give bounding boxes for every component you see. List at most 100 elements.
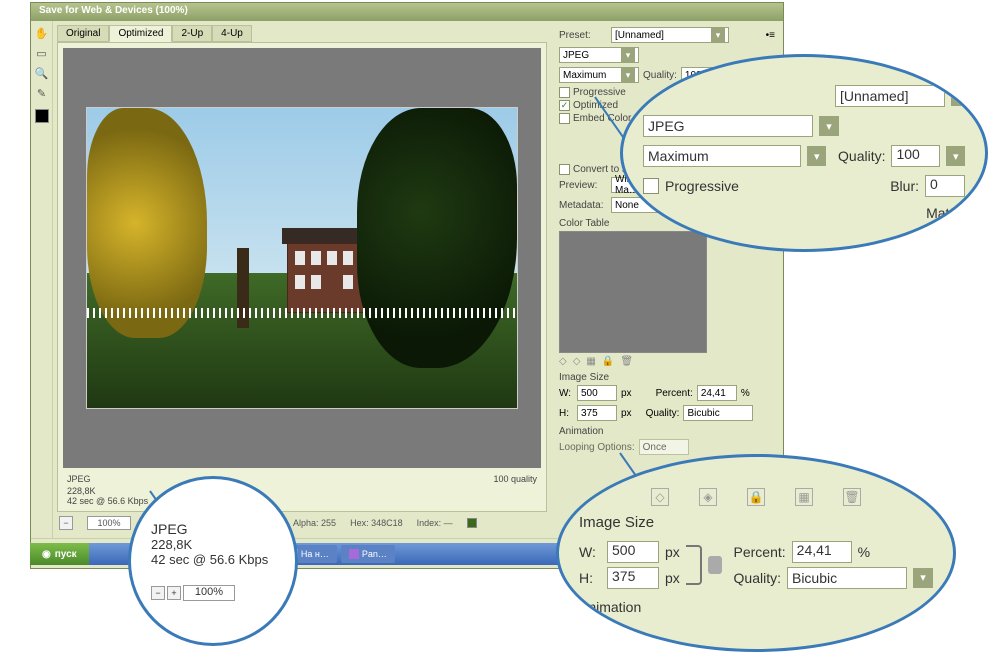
c-trash-icon[interactable]: 🗑 [843,488,861,506]
meta-quality: 100 quality [493,474,537,484]
meta-format: JPEG [67,474,91,484]
panel-menu-icon[interactable]: •≡ [766,30,775,41]
c-quality-input[interactable]: 100 [891,145,940,167]
image-canvas[interactable] [63,48,541,468]
color-table[interactable] [559,231,707,353]
c3-filesize: 228,8K [151,537,275,552]
taskbar-item[interactable]: Pan… [341,545,395,563]
height-input[interactable]: 375 [577,405,617,421]
percent-label: Percent: [656,388,693,399]
ct-lock-icon[interactable]: 🔒 [602,356,614,367]
chevron-down-icon: ▾ [621,68,635,82]
c-progressive-checkbox[interactable] [643,178,659,194]
image-size-label: Image Size [559,372,775,383]
chevron-down-icon: ▾ [913,568,933,588]
callout-image-size: ◇ ◈ 🔒 ▦ 🗑 Image Size W: 500 px H: 375 px… [556,454,956,652]
color-table-toolbar: ◇ ◇ ▦ 🔒 🗑 [559,356,775,367]
optimized-checkbox[interactable]: ✓ [559,100,570,111]
callout-format-settings: [Unnamed] ▾ JPEG ▾ Maximum ▾ Quality: 10… [620,54,988,252]
preview-tabs: Original Optimized 2-Up 4-Up [57,25,547,42]
slice-select-tool-icon[interactable]: ▭ [34,45,50,61]
hand-tool-icon[interactable]: ✋ [34,25,50,41]
preset-dropdown[interactable]: [Unnamed]▾ [611,27,729,43]
quality-interp-label: Quality: [646,408,680,419]
c-quality-dropdown[interactable]: Bicubic [787,567,907,589]
foreground-color-swatch[interactable] [35,109,49,123]
c-percent-input[interactable]: 24,41 [792,541,852,563]
ct-trash-icon[interactable]: 🗑 [620,356,633,367]
link-icon[interactable] [708,556,722,574]
c-quality-label: Quality: [734,570,781,586]
readout-hex: Hex: 348C18 [350,518,403,528]
chevron-down-icon: ▾ [819,116,839,136]
animation-label: Animation [559,426,775,437]
c3-download-est: 42 sec @ 56.6 Kbps [151,552,275,567]
meta-download-est: 42 sec @ 56.6 Kbps [67,496,148,506]
ct-icon[interactable]: ◇ [573,356,581,367]
embed-profile-checkbox[interactable] [559,113,570,124]
tab-original[interactable]: Original [57,25,109,42]
h-label: H: [559,408,573,419]
zoom-tool-icon[interactable]: 🔍 [34,65,50,81]
format-dropdown[interactable]: JPEG▾ [559,47,639,63]
tab-4up[interactable]: 4-Up [212,25,252,42]
chevron-down-icon: ▾ [711,28,725,42]
percent-input[interactable]: 24,41 [697,385,737,401]
c-blur-input[interactable]: 0 [925,175,965,197]
start-button[interactable]: ◉ пуск [30,543,89,565]
c-icon[interactable]: ▦ [795,488,813,506]
readout-alpha: Alpha: 255 [293,518,336,528]
c-icon[interactable]: ◇ [651,488,669,506]
constrain-bracket-icon [686,545,702,585]
sample-color-swatch [467,518,477,528]
quality-preset-dropdown[interactable]: Maximum▾ [559,67,639,83]
quality-interp-dropdown[interactable]: Bicubic [683,405,753,421]
chevron-down-icon: ▾ [807,146,826,166]
chevron-down-icon: ▾ [946,146,965,166]
ct-icon[interactable]: ◇ [559,356,567,367]
metadata-label: Metadata: [559,200,607,211]
chevron-down-icon: ▾ [951,86,971,106]
progressive-checkbox[interactable] [559,87,570,98]
c-quality-preset-dropdown[interactable]: Maximum [643,145,801,167]
c-format-dropdown[interactable]: JPEG [643,115,813,137]
looping-dropdown: Once [639,439,689,455]
c-percent-label: Percent: [734,544,786,560]
tab-optimized[interactable]: Optimized [109,25,172,42]
zoom-field[interactable]: 100% [87,516,131,530]
chevron-down-icon: ▾ [621,48,635,62]
c3-format: JPEG [151,521,275,537]
c-preset-dropdown[interactable]: [Unnamed] [835,85,945,107]
meta-filesize: 228,8K [63,486,541,496]
convert-srgb-checkbox[interactable] [559,164,570,175]
c-width-input[interactable]: 500 [607,541,659,563]
c3-zoom-field[interactable]: 100% [183,585,235,601]
c-cube-icon[interactable]: ◈ [699,488,717,506]
status-bar: − 100% R: G: 60 B: 24 Alpha: 255 Hex: 34… [57,512,547,534]
window-title: Save for Web & Devices (100%) [39,5,188,16]
width-input[interactable]: 500 [577,385,617,401]
w-label: W: [559,388,573,399]
c-image-size-title: Image Size [579,514,933,531]
c-matte-label: Matte: [926,205,965,221]
c-toolbar: ◇ ◈ 🔒 ▦ 🗑 [579,488,933,506]
readout-index: Index: — [417,518,453,528]
tab-2up[interactable]: 2-Up [172,25,212,42]
c3-zoom-in[interactable]: + [167,586,181,600]
c3-zoom-out[interactable]: − [151,586,165,600]
ct-icon[interactable]: ▦ [586,356,595,367]
window-titlebar[interactable]: Save for Web & Devices (100%) [31,3,783,21]
tool-strip: ✋ ▭ 🔍 ✎ [31,21,53,538]
c-w-label: W: [579,544,601,560]
eyedropper-tool-icon[interactable]: ✎ [34,85,50,101]
preview-label: Preview: [559,180,607,191]
c-blur-label: Blur: [890,178,919,194]
zoom-out-button[interactable]: − [59,516,73,530]
looping-label: Looping Options: [559,442,635,453]
c-lock-icon[interactable]: 🔒 [747,488,765,506]
preset-label: Preset: [559,30,607,41]
preview-pane: Original Optimized 2-Up 4-Up [53,21,551,538]
c-quality-label: Quality: [838,148,885,164]
callout-file-info: JPEG 228,8K 42 sec @ 56.6 Kbps − + 100% [128,476,298,646]
c-height-input[interactable]: 375 [607,567,659,589]
